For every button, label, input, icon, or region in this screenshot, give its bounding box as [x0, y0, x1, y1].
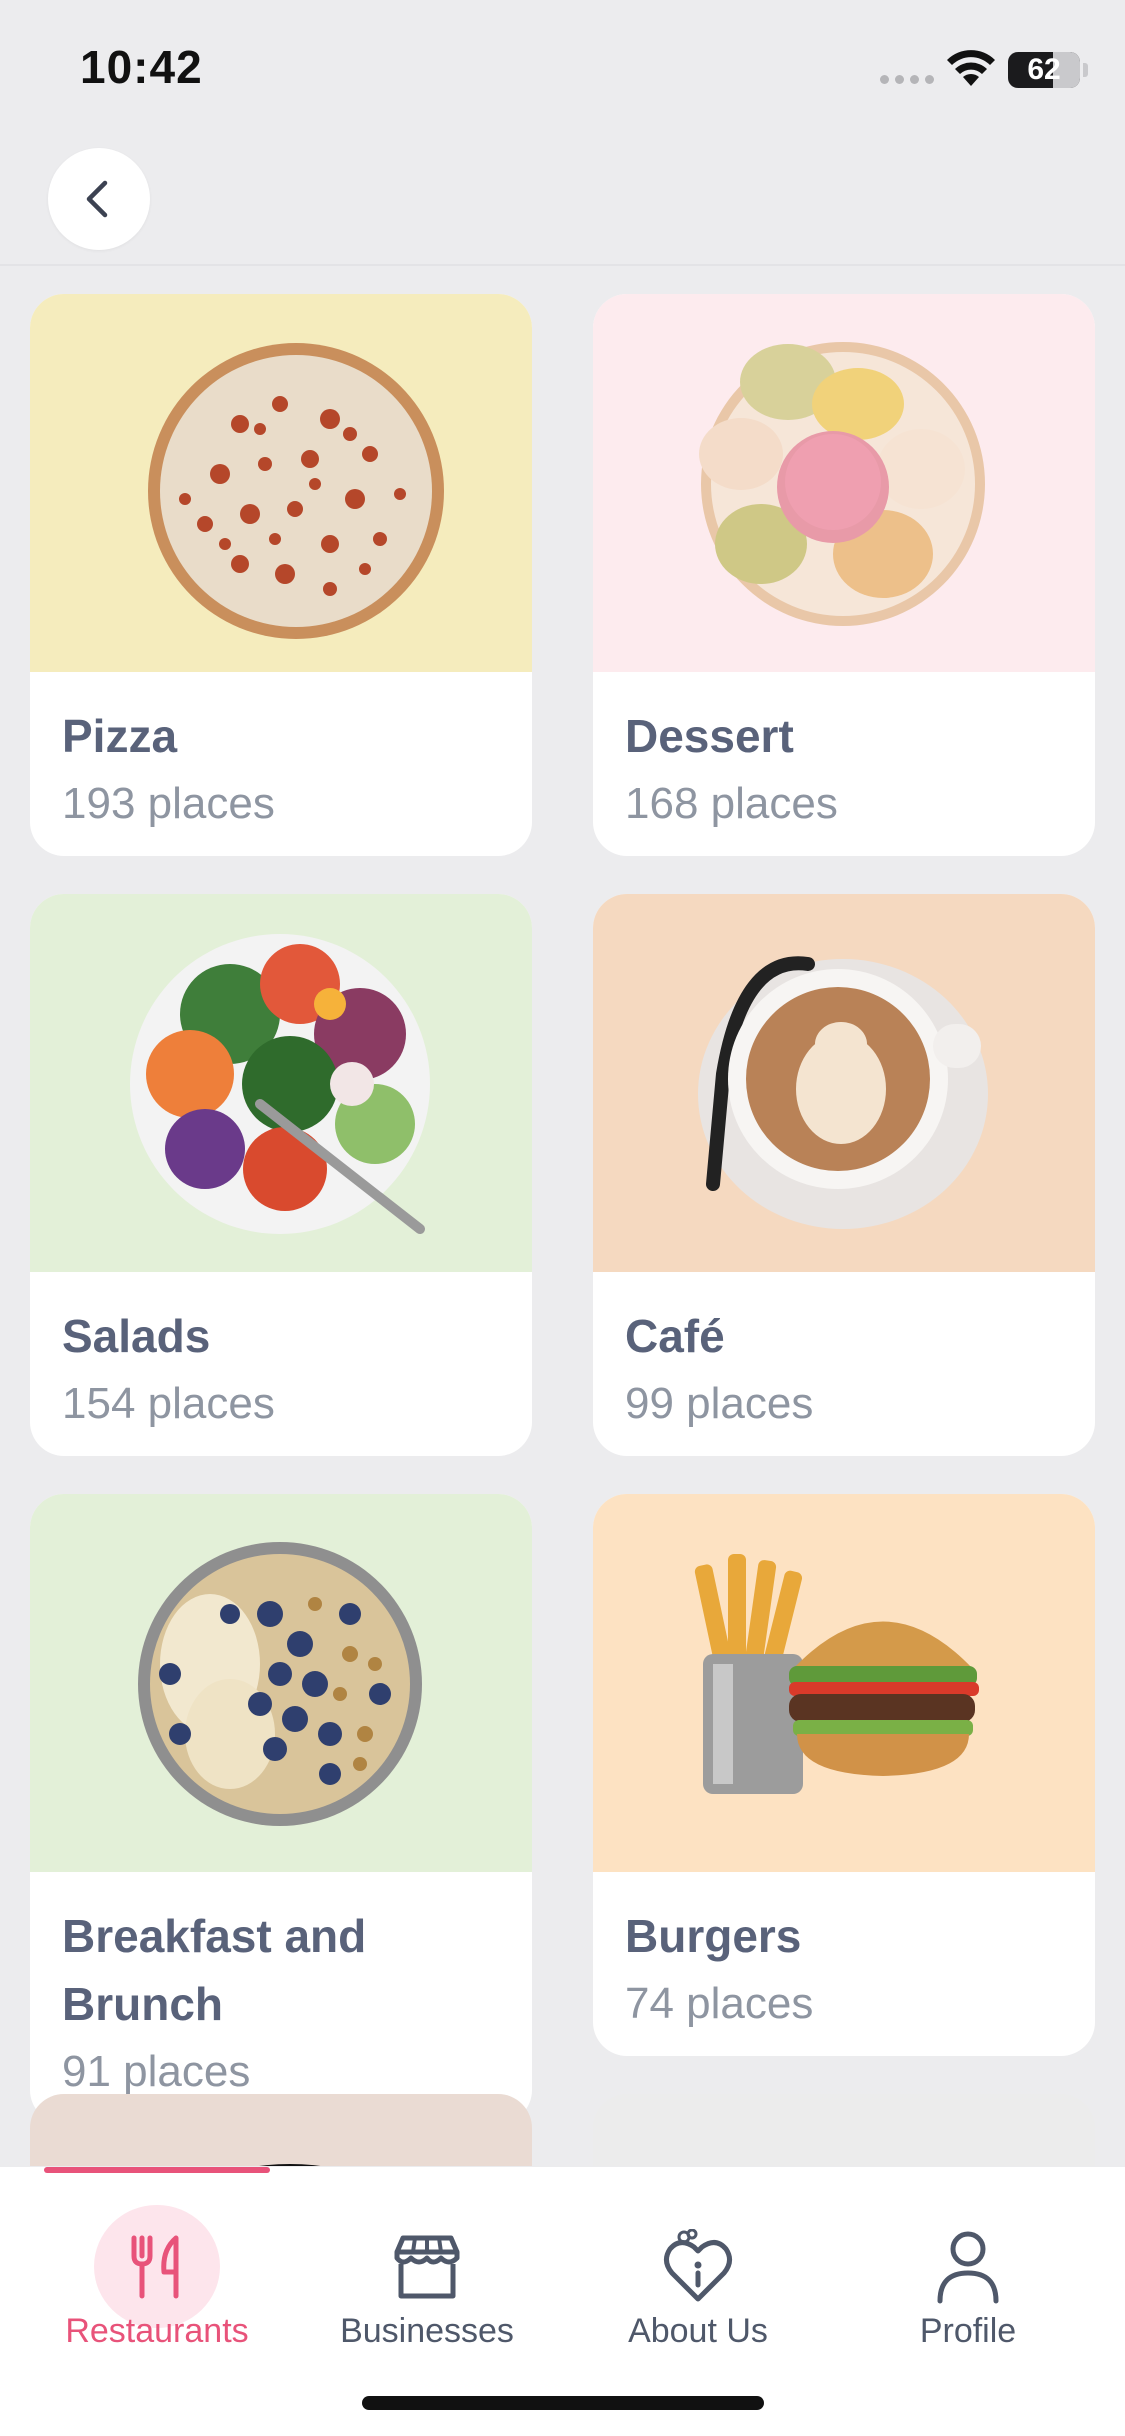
status-bar: 10:42 62 — [0, 0, 1125, 130]
category-count: 74 places — [625, 1979, 814, 2028]
category-title: Pizza — [62, 710, 178, 762]
status-time: 10:42 — [80, 41, 203, 93]
category-image — [30, 294, 532, 672]
active-tab-indicator — [44, 2167, 270, 2173]
tab-label: About Us — [628, 2312, 768, 2350]
macarons-image — [699, 342, 985, 626]
salad-image — [130, 934, 430, 1234]
category-title: Dessert — [625, 710, 794, 762]
category-count: 99 places — [625, 1379, 814, 1428]
header-divider — [0, 264, 1125, 266]
acai-bowl-image — [138, 1542, 422, 1826]
category-image — [30, 894, 532, 1272]
category-count: 168 places — [625, 779, 838, 828]
category-card-burgers[interactable]: Burgers 74 places — [593, 1494, 1095, 2056]
cellular-signal-icon — [880, 75, 934, 85]
category-image — [30, 1494, 532, 1872]
category-count: 193 places — [62, 779, 275, 828]
category-image — [593, 294, 1095, 672]
tab-profile[interactable]: Profile — [833, 2211, 1103, 2351]
category-title: Café — [625, 1310, 725, 1362]
screen: 10:42 62 Pizza 193 places Dessert 168 pl… — [0, 0, 1125, 2436]
category-image — [593, 894, 1095, 1272]
category-title: Breakfast and Brunch — [62, 1910, 367, 2030]
storefront-icon — [394, 2235, 460, 2298]
category-title: Burgers — [625, 1910, 802, 1962]
home-indicator[interactable] — [362, 2396, 764, 2410]
tab-about-us[interactable]: About Us — [563, 2211, 833, 2351]
category-image — [593, 1494, 1095, 1872]
fork-knife-icon — [131, 2235, 179, 2298]
category-card-breakfast-and-brunch[interactable]: Breakfast and Brunch 91 places — [30, 1494, 532, 2124]
tab-businesses[interactable]: Businesses — [292, 2211, 562, 2351]
nav-icon-background — [94, 2205, 220, 2328]
category-card-cafe[interactable]: Café 99 places — [593, 894, 1095, 1456]
coffee-image — [698, 956, 988, 1229]
tab-restaurants[interactable]: Restaurants — [22, 2205, 292, 2351]
battery-icon: 62 — [1008, 52, 1080, 88]
category-card-salads[interactable]: Salads 154 places — [30, 894, 532, 1456]
category-count: 154 places — [62, 1379, 275, 1428]
pizza-image — [148, 343, 444, 639]
battery-level: 62 — [1027, 53, 1061, 86]
category-title: Salads — [62, 1310, 211, 1362]
tab-label: Businesses — [340, 2312, 514, 2350]
tab-label: Restaurants — [65, 2312, 249, 2350]
tab-label: Profile — [919, 2312, 1017, 2350]
battery-cap — [1083, 63, 1088, 77]
category-card-dessert[interactable]: Dessert 168 places — [593, 294, 1095, 856]
heart-info-icon — [664, 2228, 732, 2301]
back-button[interactable] — [48, 148, 150, 250]
category-card-pizza[interactable]: Pizza 193 places — [30, 294, 532, 856]
burger-image — [694, 1554, 979, 1794]
chevron-left-icon — [86, 180, 108, 218]
person-icon — [937, 2231, 999, 2303]
wifi-icon — [947, 50, 995, 86]
